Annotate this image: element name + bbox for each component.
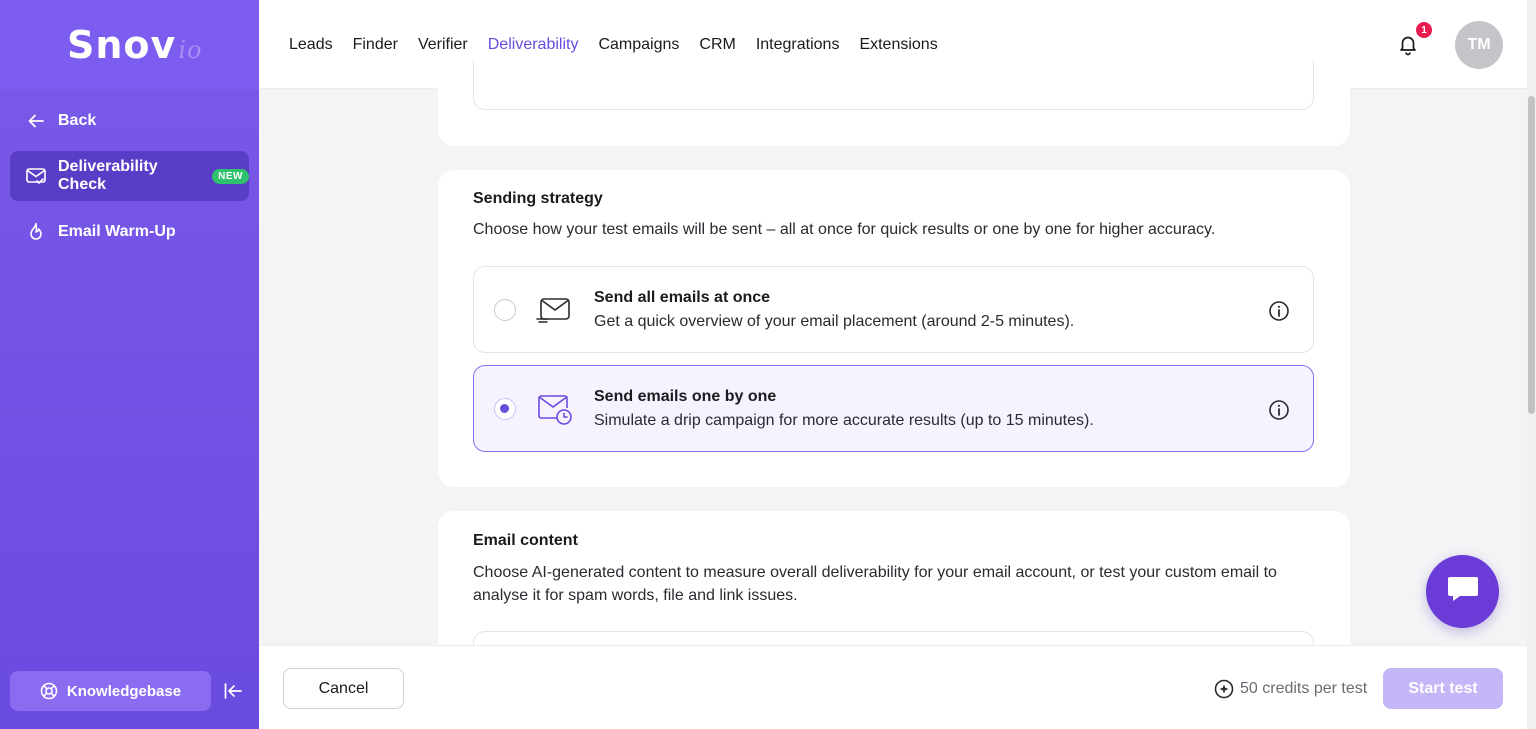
start-test-button[interactable]: Start test [1383,668,1503,709]
logo-text: Snovio [67,22,203,67]
sidebar-item-label: Deliverability Check [58,158,158,193]
back-button[interactable]: Back [10,96,249,146]
chat-icon [1446,574,1480,609]
previous-section-field [473,60,1314,110]
mail-fast-icon [535,293,573,327]
section-title: Email content [473,532,578,549]
sidebar-item-label: Email Warm-Up [58,223,176,240]
collapse-sidebar-icon[interactable] [222,680,244,702]
new-badge: NEW [212,168,249,184]
nav-leads[interactable]: Leads [289,0,333,89]
credits-info: 50 credits per test [1214,679,1367,699]
mail-clock-icon [535,392,573,426]
option-title: Send all emails at once [594,289,771,306]
scrollbar-thumb[interactable] [1528,96,1535,414]
lifebuoy-icon [40,682,58,700]
sending-strategy-card: Sending strategy Choose how your test em… [438,170,1350,487]
credits-plus-icon [1214,679,1234,699]
cancel-button[interactable]: Cancel [283,668,404,709]
section-title: Sending strategy [473,190,603,207]
option-send-all-at-once[interactable]: Send all emails at once Get a quick over… [473,266,1314,353]
info-icon[interactable] [1268,300,1290,322]
sidebar-item-deliverability-check[interactable]: Deliverability Check NEW [10,151,249,201]
option-title: Send emails one by one [594,388,777,405]
previous-section-card [438,60,1350,146]
bottom-action-bar: Cancel 50 credits per test Start test [259,645,1527,729]
chat-support-button[interactable] [1426,555,1499,628]
info-icon[interactable] [1268,399,1290,421]
knowledgebase-button[interactable]: Knowledgebase [10,671,211,711]
arrow-left-icon [26,111,46,131]
radio-send-all-at-once[interactable] [494,299,516,321]
radio-send-one-by-one[interactable] [494,398,516,420]
knowledgebase-label: Knowledgebase [66,682,182,700]
avatar[interactable]: TM [1455,21,1503,69]
bell-icon[interactable] [1396,32,1420,56]
flame-icon [26,222,46,242]
sidebar: Snovio Back Deliverability Check NEW Ema… [0,0,259,729]
mail-check-icon [26,166,46,186]
page-scrollbar[interactable] [1527,0,1536,729]
sidebar-item-email-warm-up[interactable]: Email Warm-Up [10,207,249,257]
notification-count-badge: 1 [1416,22,1432,38]
option-send-one-by-one[interactable]: Send emails one by one Simulate a drip c… [473,365,1314,452]
option-description: Get a quick overview of your email place… [594,313,1075,330]
nav-finder[interactable]: Finder [353,0,398,89]
option-description: Simulate a drip campaign for more accura… [594,412,1094,429]
logo[interactable]: Snovio [0,0,259,89]
back-label: Back [58,112,97,129]
credits-label: 50 credits per test [1240,680,1368,697]
section-description: Choose AI-generated content to measure o… [473,564,1277,604]
section-description: Choose how your test emails will be sent… [473,221,1216,238]
